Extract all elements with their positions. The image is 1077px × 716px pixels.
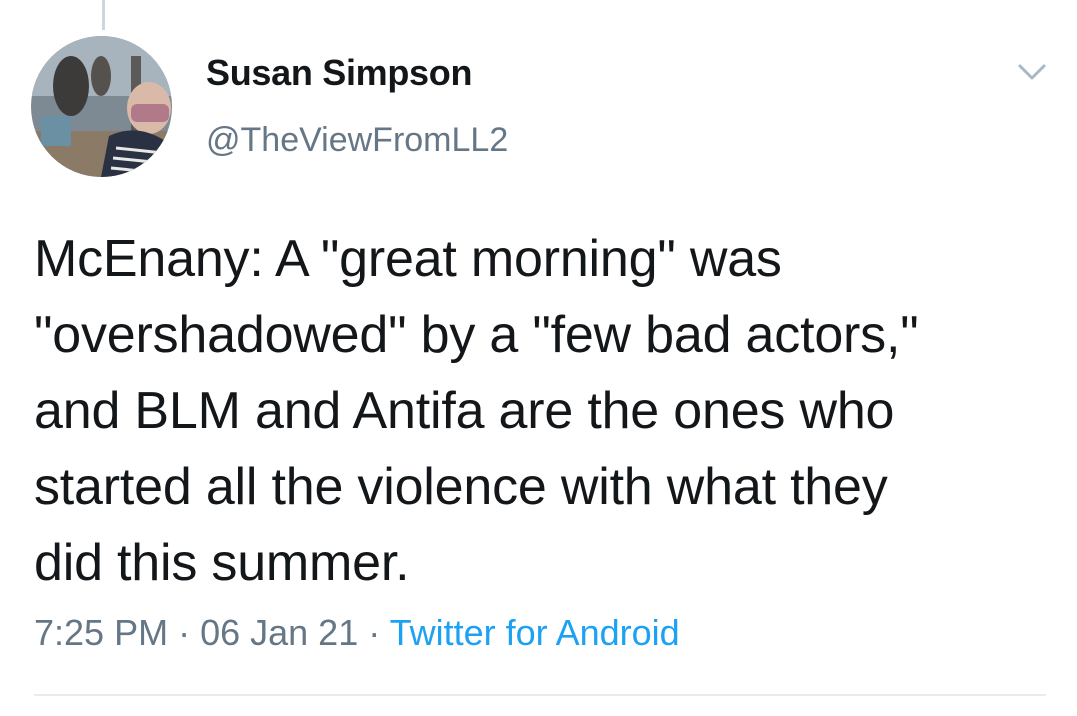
tweet-date[interactable]: 06 Jan 21	[200, 612, 358, 653]
avatar-photo-icon	[31, 36, 172, 177]
tweet-metadata: 7:25 PM · 06 Jan 21 · Twitter for Androi…	[34, 612, 680, 654]
meta-separator: ·	[168, 612, 201, 653]
meta-separator: ·	[358, 612, 390, 653]
thread-connector-line	[102, 0, 105, 30]
author-display-name[interactable]: Susan Simpson	[206, 52, 472, 94]
tweet-source-link[interactable]: Twitter for Android	[390, 612, 680, 653]
divider	[34, 694, 1046, 696]
author-handle[interactable]: @TheViewFromLL2	[206, 121, 508, 160]
chevron-down-icon	[1018, 64, 1046, 80]
tweet-text: McEnany: A "great morning" was "overshad…	[34, 230, 919, 592]
tweet-time[interactable]: 7:25 PM	[34, 612, 168, 653]
tweet-options-button[interactable]	[1010, 58, 1054, 88]
avatar[interactable]	[31, 36, 172, 177]
